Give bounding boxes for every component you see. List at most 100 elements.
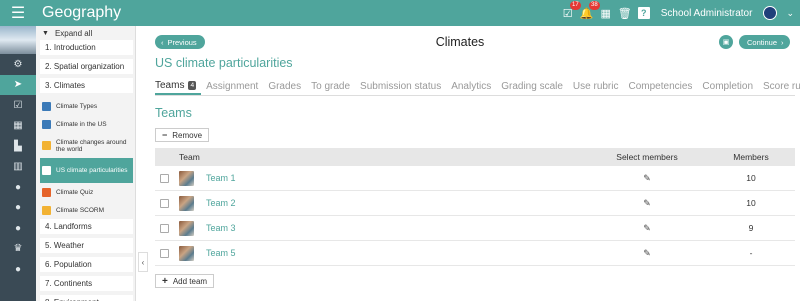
- row-checkbox[interactable]: [160, 198, 169, 208]
- sidebar-activity[interactable]: Climate in the US: [42, 115, 135, 133]
- pencil-icon[interactable]: ✎: [643, 223, 651, 233]
- add-team-button[interactable]: + Add team: [155, 274, 215, 288]
- members-count: 9: [748, 223, 754, 233]
- sidebar-activity-label: Climate in the US: [56, 120, 107, 128]
- chart-icon[interactable]: ▙: [0, 136, 36, 157]
- checkbox-icon[interactable]: ☑: [0, 95, 36, 116]
- save-icon: ▣: [722, 39, 730, 46]
- sidebar-section[interactable]: 1. Introduction: [40, 40, 133, 55]
- menu-icon[interactable]: ☰: [0, 0, 36, 26]
- sidebar-section-label: 2. Spatial organization: [45, 62, 125, 71]
- row-checkbox[interactable]: [160, 173, 169, 183]
- team-cell: Team 5: [177, 245, 587, 261]
- tab-grading-scale[interactable]: Grading scale: [496, 78, 568, 95]
- user-icon[interactable]: ●: [0, 177, 36, 198]
- trophy-icon[interactable]: ♛: [0, 239, 36, 260]
- team-avatar: [179, 220, 194, 236]
- checkbox-icon[interactable]: ☑ 17: [562, 1, 581, 20]
- sidebar-section[interactable]: 7. Continents: [40, 276, 133, 291]
- team-avatar: [179, 245, 194, 261]
- chevron-down-icon: ▼: [42, 29, 49, 37]
- row-checkbox[interactable]: [160, 223, 169, 233]
- top-icons: ☑ 17 🔔 38 ▦ 🗑 ? School Administrator ⌄: [562, 1, 794, 20]
- row-check-cell: [155, 248, 177, 258]
- user-name[interactable]: School Administrator: [661, 8, 753, 19]
- tab-submission-status[interactable]: Submission status: [355, 78, 446, 95]
- team-avatar: [179, 195, 194, 211]
- team-name-link[interactable]: Team 5: [206, 248, 236, 258]
- sidebar-section[interactable]: 5. Weather: [40, 238, 133, 253]
- plus-icon: +: [162, 275, 168, 287]
- sidebar-section-label: 1. Introduction: [45, 43, 96, 52]
- tab-bar: Teams 4 Assignment Grades To grade Submission…: [155, 78, 800, 96]
- tab-competencies[interactable]: Competencies: [624, 78, 698, 95]
- chevron-down-icon[interactable]: ⌄: [786, 8, 794, 19]
- sidebar-activity[interactable]: Climate Types: [42, 97, 135, 115]
- tab-analytics[interactable]: Analytics: [446, 78, 496, 95]
- help-icon[interactable]: ?: [637, 7, 650, 19]
- team-name-link[interactable]: Team 2: [206, 198, 236, 208]
- tab-assignment[interactable]: Assignment: [201, 78, 263, 95]
- bell-icon[interactable]: 🔔 38: [580, 1, 600, 20]
- select-members-cell: ✎: [587, 223, 707, 234]
- document-icon: [42, 101, 51, 111]
- remove-label: Remove: [172, 130, 203, 140]
- sidebar-section[interactable]: 2. Spatial organization: [40, 59, 133, 74]
- activity-title: US climate particularities: [155, 56, 293, 70]
- tab-use-rubric[interactable]: Use rubric: [568, 78, 624, 95]
- pencil-icon[interactable]: ✎: [643, 173, 651, 183]
- sidebar-section[interactable]: 4. Landforms: [40, 219, 133, 234]
- tab-label: Grading scale: [501, 81, 563, 92]
- teams-table: Team Select members Members Team 1 ✎ 10 Tea…: [155, 148, 795, 266]
- sidebar-section[interactable]: 6. Population: [40, 257, 133, 272]
- sidebar-list: 1. Introduction 2. Spatial organization 3.…: [36, 40, 135, 301]
- chat-icon: [42, 141, 51, 150]
- sidebar-activity-label: Climate Quiz: [56, 188, 94, 196]
- pencil-icon[interactable]: ✎: [643, 248, 651, 258]
- sidebar-activity[interactable]: Climate SCORM: [42, 201, 135, 219]
- add-team-label: Add team: [172, 276, 208, 286]
- tab-score-rules[interactable]: Score rules: [758, 78, 800, 95]
- tab-completion[interactable]: Completion: [697, 78, 758, 95]
- remove-button[interactable]: − Remove: [155, 128, 210, 142]
- user-icon[interactable]: ●: [0, 198, 36, 219]
- trash-icon[interactable]: 🗑: [618, 7, 632, 20]
- save-button[interactable]: ▣: [719, 35, 733, 49]
- sidebar-activity[interactable]: US climate particularities: [40, 158, 133, 183]
- sidebar-activity[interactable]: Climate changes around the world: [42, 133, 135, 158]
- continue-button[interactable]: Continue ›: [739, 35, 790, 49]
- sidebar-section[interactable]: 3. Climates: [40, 78, 133, 93]
- sidebar-section[interactable]: 8. Environment: [40, 295, 133, 301]
- chevron-right-icon: ›: [781, 37, 784, 47]
- table-row: Team 2 ✎ 10: [155, 191, 795, 216]
- quiz-icon: [42, 187, 51, 197]
- team-cell: Team 3: [177, 220, 587, 236]
- previous-button[interactable]: ‹ Previous: [155, 35, 205, 49]
- members-count: 10: [746, 198, 756, 208]
- course-image: [0, 26, 36, 54]
- team-name-link[interactable]: Team 1: [206, 173, 236, 183]
- tab-label: Submission status: [360, 81, 442, 92]
- sidebar-section-label: 3. Climates: [45, 81, 86, 90]
- expand-all-button[interactable]: ▼ Expand all: [36, 26, 135, 40]
- team-name-link[interactable]: Team 3: [206, 223, 236, 233]
- page-title: Climates: [435, 35, 485, 49]
- sidebar-section-label: 4. Landforms: [45, 222, 92, 231]
- sidebar-activity[interactable]: Climate Quiz: [42, 183, 135, 201]
- user-icon[interactable]: ●: [0, 259, 36, 280]
- tab-label: Completion: [702, 81, 754, 92]
- navigation-icon[interactable]: ➤: [0, 74, 36, 95]
- tab-to-grade[interactable]: To grade: [306, 78, 355, 95]
- collapse-sidebar-button[interactable]: ‹: [138, 252, 148, 272]
- calendar-icon[interactable]: ▦: [0, 116, 36, 137]
- avatar[interactable]: [763, 6, 778, 20]
- pencil-icon[interactable]: ✎: [643, 198, 651, 208]
- row-checkbox[interactable]: [160, 248, 169, 258]
- tab-grades[interactable]: Grades: [263, 78, 306, 95]
- gear-icon[interactable]: ⚙: [0, 54, 36, 75]
- users-icon[interactable]: ●: [0, 218, 36, 239]
- columns-icon[interactable]: ▥: [0, 157, 36, 178]
- tab-teams[interactable]: Teams 4: [155, 78, 202, 95]
- calendar-icon[interactable]: ▦: [600, 7, 612, 20]
- section-title: Teams: [155, 106, 192, 120]
